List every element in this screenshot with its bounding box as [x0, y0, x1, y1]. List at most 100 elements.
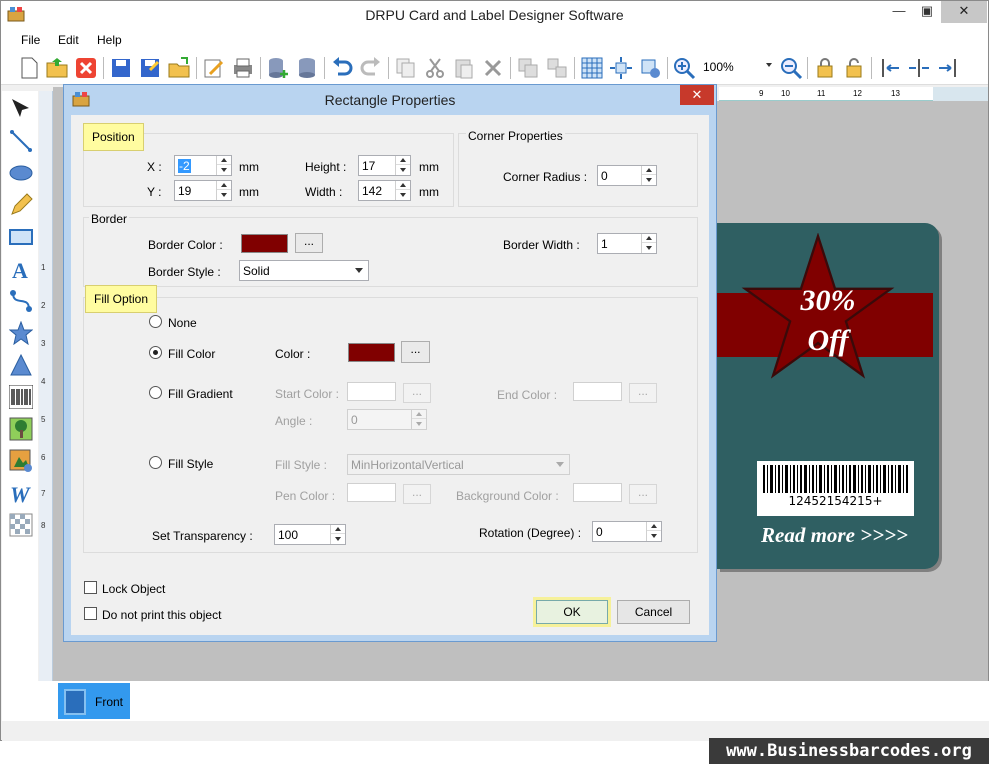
print-icon[interactable]	[231, 56, 255, 80]
stepper-up-icon[interactable]	[217, 181, 231, 190]
pencil-tool-icon[interactable]	[9, 193, 33, 217]
width-stepper[interactable]: 142	[358, 180, 411, 201]
watermark-tool-icon[interactable]	[9, 513, 33, 537]
edit-properties-icon[interactable]	[202, 56, 226, 80]
fill-style-radio[interactable]	[149, 456, 162, 469]
border-color-picker-button[interactable]: ...	[295, 233, 323, 253]
database-icon[interactable]	[295, 56, 319, 80]
offer-text[interactable]: 30% Off	[783, 281, 873, 361]
read-more-text[interactable]: Read more >>>>	[761, 523, 908, 548]
fill-style-label[interactable]: Fill Style	[168, 457, 213, 471]
open-folder-icon[interactable]	[45, 56, 69, 80]
stepper-up-icon[interactable]	[642, 234, 656, 243]
rectangle-tool-icon[interactable]	[9, 225, 33, 249]
star-tool-icon[interactable]	[9, 321, 33, 345]
align-left-icon[interactable]	[879, 56, 903, 80]
unlock-icon[interactable]	[842, 56, 866, 80]
copy-icon[interactable]	[394, 56, 418, 80]
stepper-down-icon[interactable]	[642, 175, 656, 184]
stepper-down-icon[interactable]	[396, 165, 410, 174]
start-color-swatch[interactable]	[347, 382, 396, 401]
wordart-tool-icon[interactable]: W	[9, 481, 33, 505]
stepper-down-icon[interactable]	[412, 419, 426, 428]
text-tool-icon[interactable]: A	[9, 257, 33, 281]
menu-help[interactable]: Help	[97, 33, 122, 47]
cut-icon[interactable]	[423, 56, 447, 80]
database-add-icon[interactable]	[266, 56, 290, 80]
fill-color-label[interactable]: Fill Color	[168, 347, 215, 361]
align-right-icon[interactable]	[935, 56, 959, 80]
barcode-tool-icon[interactable]	[9, 385, 33, 409]
dialog-close-button[interactable]: ✕	[680, 85, 714, 105]
fill-none-radio[interactable]	[149, 315, 162, 328]
line-tool-icon[interactable]	[9, 129, 33, 153]
fill-gradient-label[interactable]: Fill Gradient	[168, 387, 233, 401]
stepper-down-icon[interactable]	[647, 531, 661, 540]
stepper-up-icon[interactable]	[412, 410, 426, 419]
menu-edit[interactable]: Edit	[58, 33, 79, 47]
height-stepper[interactable]: 17	[358, 155, 411, 176]
background-color-picker-button[interactable]: ...	[629, 484, 657, 504]
ungroup-icon[interactable]	[545, 56, 569, 80]
stepper-up-icon[interactable]	[396, 156, 410, 165]
x-stepper[interactable]: -2	[174, 155, 232, 176]
no-print-label[interactable]: Do not print this object	[102, 608, 221, 622]
start-color-picker-button[interactable]: ...	[403, 383, 431, 403]
stepper-down-icon[interactable]	[217, 190, 231, 199]
settings-object-icon[interactable]	[638, 56, 662, 80]
zoom-out-icon[interactable]	[779, 56, 803, 80]
image-tool-icon[interactable]	[9, 417, 33, 441]
zoom-in-icon[interactable]	[672, 56, 696, 80]
new-file-icon[interactable]	[17, 56, 41, 80]
close-window-button[interactable]: ✕	[941, 1, 987, 23]
end-color-swatch[interactable]	[573, 382, 622, 401]
dialog-title-bar[interactable]: Rectangle Properties ✕	[64, 85, 716, 113]
minimize-button[interactable]: —	[885, 1, 913, 23]
background-color-swatch[interactable]	[573, 483, 622, 502]
end-color-picker-button[interactable]: ...	[629, 383, 657, 403]
zoom-select[interactable]: 100%	[701, 57, 775, 78]
maximize-button[interactable]: ▣	[913, 1, 941, 23]
menu-file[interactable]: File	[21, 33, 40, 47]
redo-icon[interactable]	[359, 56, 383, 80]
paste-icon[interactable]	[452, 56, 476, 80]
stepper-down-icon[interactable]	[642, 243, 656, 252]
undo-icon[interactable]	[330, 56, 354, 80]
rotation-stepper[interactable]: 0	[592, 521, 662, 542]
stepper-up-icon[interactable]	[331, 525, 345, 534]
stepper-up-icon[interactable]	[642, 166, 656, 175]
align-center-icon[interactable]	[907, 56, 931, 80]
stepper-down-icon[interactable]	[396, 190, 410, 199]
fill-color-swatch[interactable]	[348, 343, 395, 362]
no-print-checkbox[interactable]	[84, 607, 97, 620]
stepper-down-icon[interactable]	[217, 165, 231, 174]
stepper-up-icon[interactable]	[396, 181, 410, 190]
ok-button[interactable]: OK	[533, 597, 611, 627]
stepper-down-icon[interactable]	[331, 534, 345, 543]
pen-color-swatch[interactable]	[347, 483, 396, 502]
fill-color-picker-button[interactable]: ...	[401, 341, 430, 363]
stepper-up-icon[interactable]	[217, 156, 231, 165]
transparency-stepper[interactable]: 100	[274, 524, 346, 545]
pointer-tool-icon[interactable]	[9, 97, 33, 121]
close-file-icon[interactable]	[74, 56, 98, 80]
center-icon[interactable]	[609, 56, 633, 80]
fill-none-label[interactable]: None	[168, 316, 197, 330]
barcode[interactable]: 12452154215+	[757, 461, 914, 516]
grid-icon[interactable]	[580, 56, 604, 80]
fill-gradient-radio[interactable]	[149, 386, 162, 399]
border-style-select[interactable]: Solid	[239, 260, 369, 281]
lock-object-checkbox[interactable]	[84, 581, 97, 594]
lock-icon[interactable]	[813, 56, 837, 80]
group-icon[interactable]	[516, 56, 540, 80]
delete-icon[interactable]	[481, 56, 505, 80]
angle-stepper[interactable]: 0	[347, 409, 427, 430]
cancel-button[interactable]: Cancel	[617, 600, 690, 624]
border-width-stepper[interactable]: 1	[597, 233, 657, 254]
export-folder-icon[interactable]	[167, 56, 191, 80]
ellipse-tool-icon[interactable]	[9, 161, 33, 185]
lock-object-label[interactable]: Lock Object	[102, 582, 165, 596]
curve-tool-icon[interactable]	[9, 289, 33, 313]
label-card[interactable]: 30% Off 12452154215+ Read more >>>>	[717, 223, 939, 569]
image-library-icon[interactable]	[9, 449, 33, 473]
